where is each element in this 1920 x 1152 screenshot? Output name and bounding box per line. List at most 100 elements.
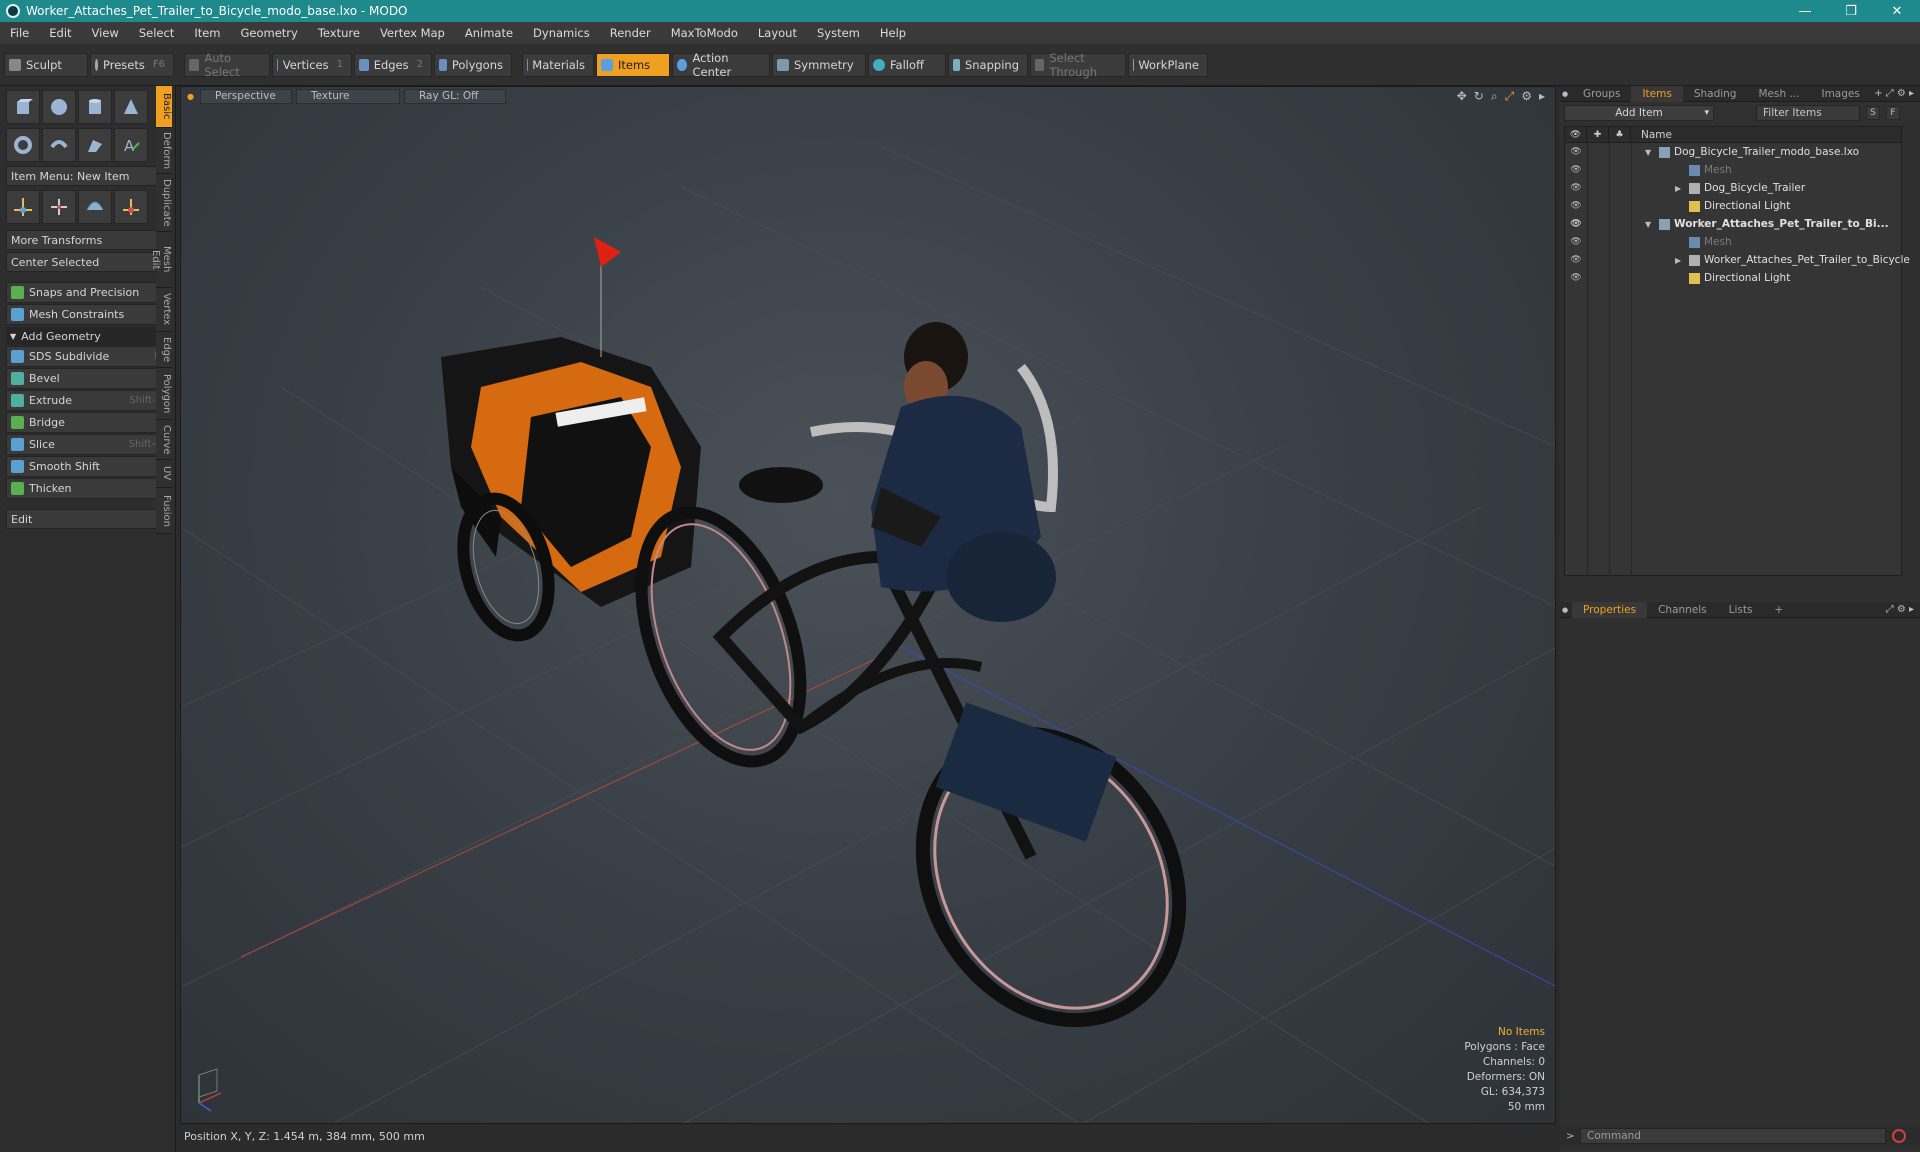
fit-icon[interactable]: ⤢	[1505, 89, 1515, 104]
viewport-expand-icon[interactable]: ▸	[1539, 89, 1545, 104]
tree-row[interactable]: 👁 ▼ Dog_Bicycle_Trailer_modo_base.lxo	[1565, 143, 1901, 161]
item-menu-dropdown[interactable]: Item Menu: New Item	[6, 166, 169, 186]
tree-row[interactable]: 👁 Directional Light	[1565, 197, 1901, 215]
filter-f-button[interactable]: F	[1886, 106, 1900, 120]
sds-subdivide-button[interactable]: SDS Subdivide D	[6, 346, 169, 367]
cone-primitive-button[interactable]	[114, 90, 148, 124]
thicken-button[interactable]: Thicken	[6, 478, 169, 499]
select-through-button[interactable]: Select Through	[1030, 51, 1126, 79]
tab-channels[interactable]: Channels	[1647, 602, 1718, 618]
add-tab-icon[interactable]: +	[1763, 602, 1794, 618]
viewport-menu-icon[interactable]: ●	[187, 92, 194, 101]
tab-mesh[interactable]: Mesh ...	[1747, 86, 1810, 102]
tab-properties[interactable]: Properties	[1572, 601, 1648, 618]
expander-icon[interactable]: ▶	[1675, 256, 1689, 265]
sculpt-button[interactable]: Sculpt	[4, 52, 88, 77]
add-geometry-section[interactable]: ▼ Add Geometry	[6, 327, 169, 345]
materials-button[interactable]: Materials	[522, 52, 594, 77]
snapping-button[interactable]: Snapping	[948, 52, 1028, 77]
tab-duplicate[interactable]: Duplicate	[156, 174, 172, 232]
text-tool-button[interactable]: A	[114, 128, 148, 162]
more-transforms-dropdown[interactable]: More Transforms	[6, 230, 169, 250]
smooth-shift-button[interactable]: Smooth Shift	[6, 456, 169, 477]
move-tool-button[interactable]	[6, 190, 40, 224]
tab-fusion[interactable]: Fusion	[156, 488, 172, 534]
lock-column-icon[interactable]: ✚	[1587, 126, 1609, 143]
rotate-tool-button[interactable]	[42, 190, 76, 224]
workplane-button[interactable]: WorkPlane	[1128, 52, 1208, 77]
menu-select[interactable]: Select	[129, 26, 184, 40]
falloff-button[interactable]: Falloff	[868, 52, 946, 77]
tab-images[interactable]: Images	[1810, 86, 1870, 102]
expander-icon[interactable]: ▼	[1645, 148, 1659, 157]
zoom-icon[interactable]: ⌕	[1491, 89, 1498, 104]
scale-tool-button[interactable]	[78, 190, 112, 224]
tab-basic[interactable]: Basic	[156, 86, 172, 128]
command-input[interactable]: Command	[1580, 1128, 1886, 1144]
extrude-button[interactable]: Extrude Shift-X	[6, 390, 169, 411]
filter-s-button[interactable]: S	[1866, 106, 1880, 120]
cube-primitive-button[interactable]	[6, 90, 40, 124]
capsule-primitive-button[interactable]	[42, 128, 76, 162]
minimize-button[interactable]: —	[1782, 0, 1828, 22]
sphere-primitive-button[interactable]	[42, 90, 76, 124]
view-type-dropdown[interactable]: Perspective	[199, 88, 292, 104]
pen-tool-button[interactable]	[78, 128, 112, 162]
tab-shading[interactable]: Shading	[1683, 86, 1748, 102]
name-column-header[interactable]: Name	[1631, 129, 1672, 141]
menu-view[interactable]: View	[82, 26, 129, 40]
symmetry-button[interactable]: Symmetry	[772, 52, 866, 77]
edges-button[interactable]: Edges 2	[354, 52, 432, 77]
menu-layout[interactable]: Layout	[748, 26, 807, 40]
tree-row[interactable]: 👁 Mesh	[1565, 161, 1901, 179]
tab-polygon[interactable]: Polygon	[156, 368, 172, 420]
tab-groups[interactable]: Groups	[1572, 86, 1631, 102]
panel-menu-icon[interactable]: ●	[1562, 90, 1568, 98]
menu-texture[interactable]: Texture	[308, 26, 370, 40]
menu-dynamics[interactable]: Dynamics	[523, 26, 600, 40]
cylinder-primitive-button[interactable]	[78, 90, 112, 124]
visibility-eye-icon[interactable]: 👁	[1565, 201, 1587, 211]
close-button[interactable]: ✕	[1874, 0, 1920, 22]
pan-icon[interactable]: ✥	[1457, 89, 1467, 104]
menu-item[interactable]: Item	[184, 26, 230, 40]
menu-render[interactable]: Render	[600, 26, 661, 40]
menu-edit[interactable]: Edit	[39, 26, 81, 40]
visibility-eye-icon[interactable]: 👁	[1565, 237, 1587, 247]
menu-maxtomodo[interactable]: MaxToModo	[661, 26, 748, 40]
render-column-icon[interactable]: ♣	[1609, 126, 1631, 143]
tab-vertex[interactable]: Vertex	[156, 288, 172, 332]
props-menu-icon[interactable]: ●	[1562, 606, 1568, 614]
snaps-precision-button[interactable]: Snaps and Precision	[6, 282, 169, 303]
tree-row[interactable]: 👁 ▼ Worker_Attaches_Pet_Trailer_to_Bi...	[1565, 215, 1901, 233]
center-selected-dropdown[interactable]: Center Selected	[6, 252, 169, 272]
torus-primitive-button[interactable]	[6, 128, 40, 162]
3d-viewport[interactable]: ● Perspective Texture Ray GL: Off ✥ ↻ ⌕ …	[180, 86, 1556, 1124]
tab-uv[interactable]: UV	[156, 460, 172, 488]
vertices-button[interactable]: Vertices 1	[272, 52, 352, 77]
props-tools-icons[interactable]: ⤢ ⚙ ▸	[1886, 604, 1914, 615]
expander-icon[interactable]: ▼	[1645, 220, 1659, 229]
tab-edge[interactable]: Edge	[156, 332, 172, 368]
viewport-settings-icon[interactable]: ⚙	[1521, 89, 1532, 104]
visibility-eye-icon[interactable]: 👁	[1565, 183, 1587, 193]
record-macro-icon[interactable]	[1892, 1129, 1906, 1143]
tree-row[interactable]: 👁 ▶ Worker_Attaches_Pet_Trailer_to_Bicycle	[1565, 251, 1910, 269]
visibility-eye-icon[interactable]: 👁	[1565, 219, 1587, 229]
transform-tool-button[interactable]	[114, 190, 148, 224]
bridge-button[interactable]: Bridge	[6, 412, 169, 433]
menu-system[interactable]: System	[807, 26, 870, 40]
tab-lists[interactable]: Lists	[1718, 602, 1764, 618]
presets-button[interactable]: Presets F6	[90, 52, 174, 77]
tree-row[interactable]: 👁 Directional Light	[1565, 269, 1901, 287]
visibility-eye-icon[interactable]: 👁	[1565, 255, 1587, 265]
visibility-eye-icon[interactable]: 👁	[1565, 273, 1587, 283]
orbit-icon[interactable]: ↻	[1474, 89, 1484, 104]
bevel-button[interactable]: Bevel B	[6, 368, 169, 389]
auto-select-button[interactable]: Auto Select	[184, 51, 270, 79]
tree-row[interactable]: 👁 ▶ Dog_Bicycle_Trailer	[1565, 179, 1901, 197]
maximize-button[interactable]: ❐	[1828, 0, 1874, 22]
action-center-button[interactable]: Action Center	[672, 51, 770, 79]
tab-mesh-edit[interactable]: Mesh Edit	[150, 232, 172, 288]
raygl-dropdown[interactable]: Ray GL: Off	[403, 88, 506, 104]
